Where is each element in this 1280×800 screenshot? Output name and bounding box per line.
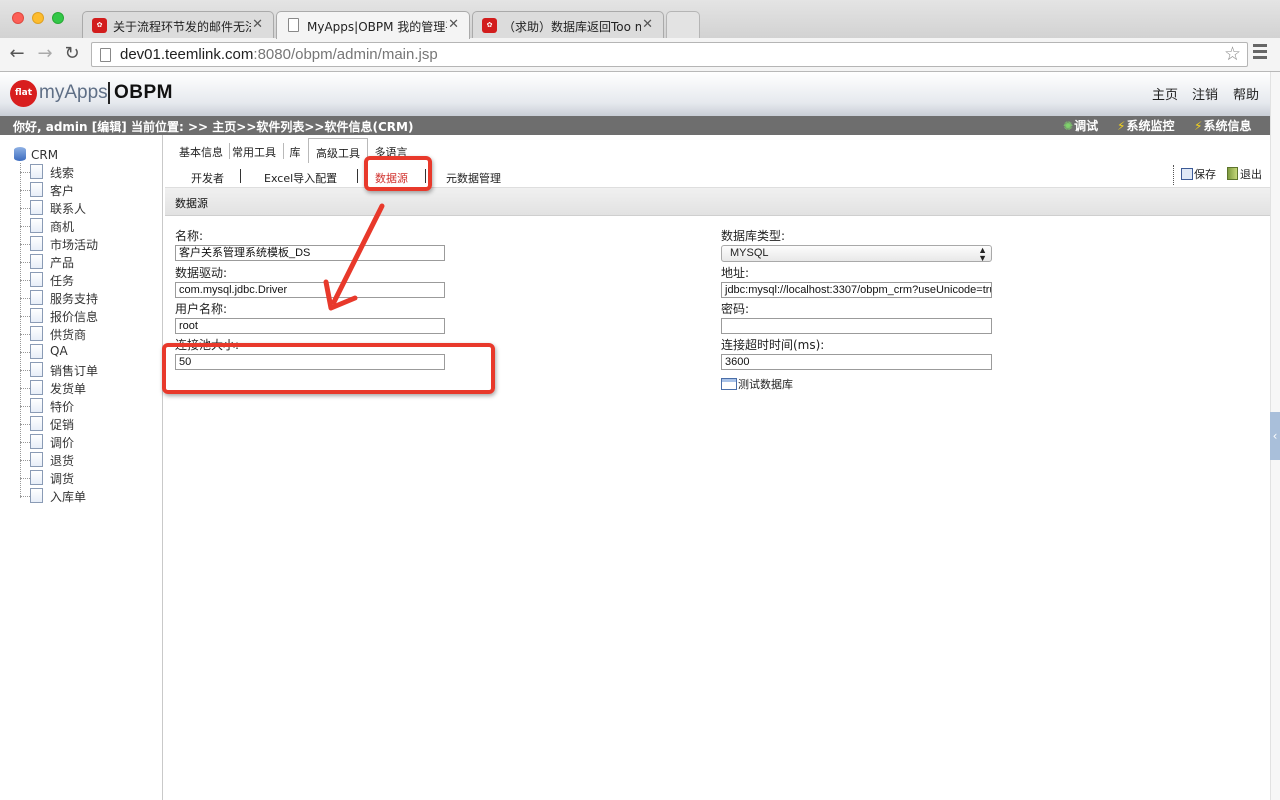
page-icon <box>288 18 299 32</box>
close-icon[interactable]: ✕ <box>448 17 459 32</box>
annotation-arrow <box>323 203 385 311</box>
browser-tab-label: MyApps|OBPM 我的管理平台 <box>307 20 447 34</box>
browser-tab-active[interactable]: MyApps|OBPM 我的管理平台 ✕ <box>276 11 470 39</box>
